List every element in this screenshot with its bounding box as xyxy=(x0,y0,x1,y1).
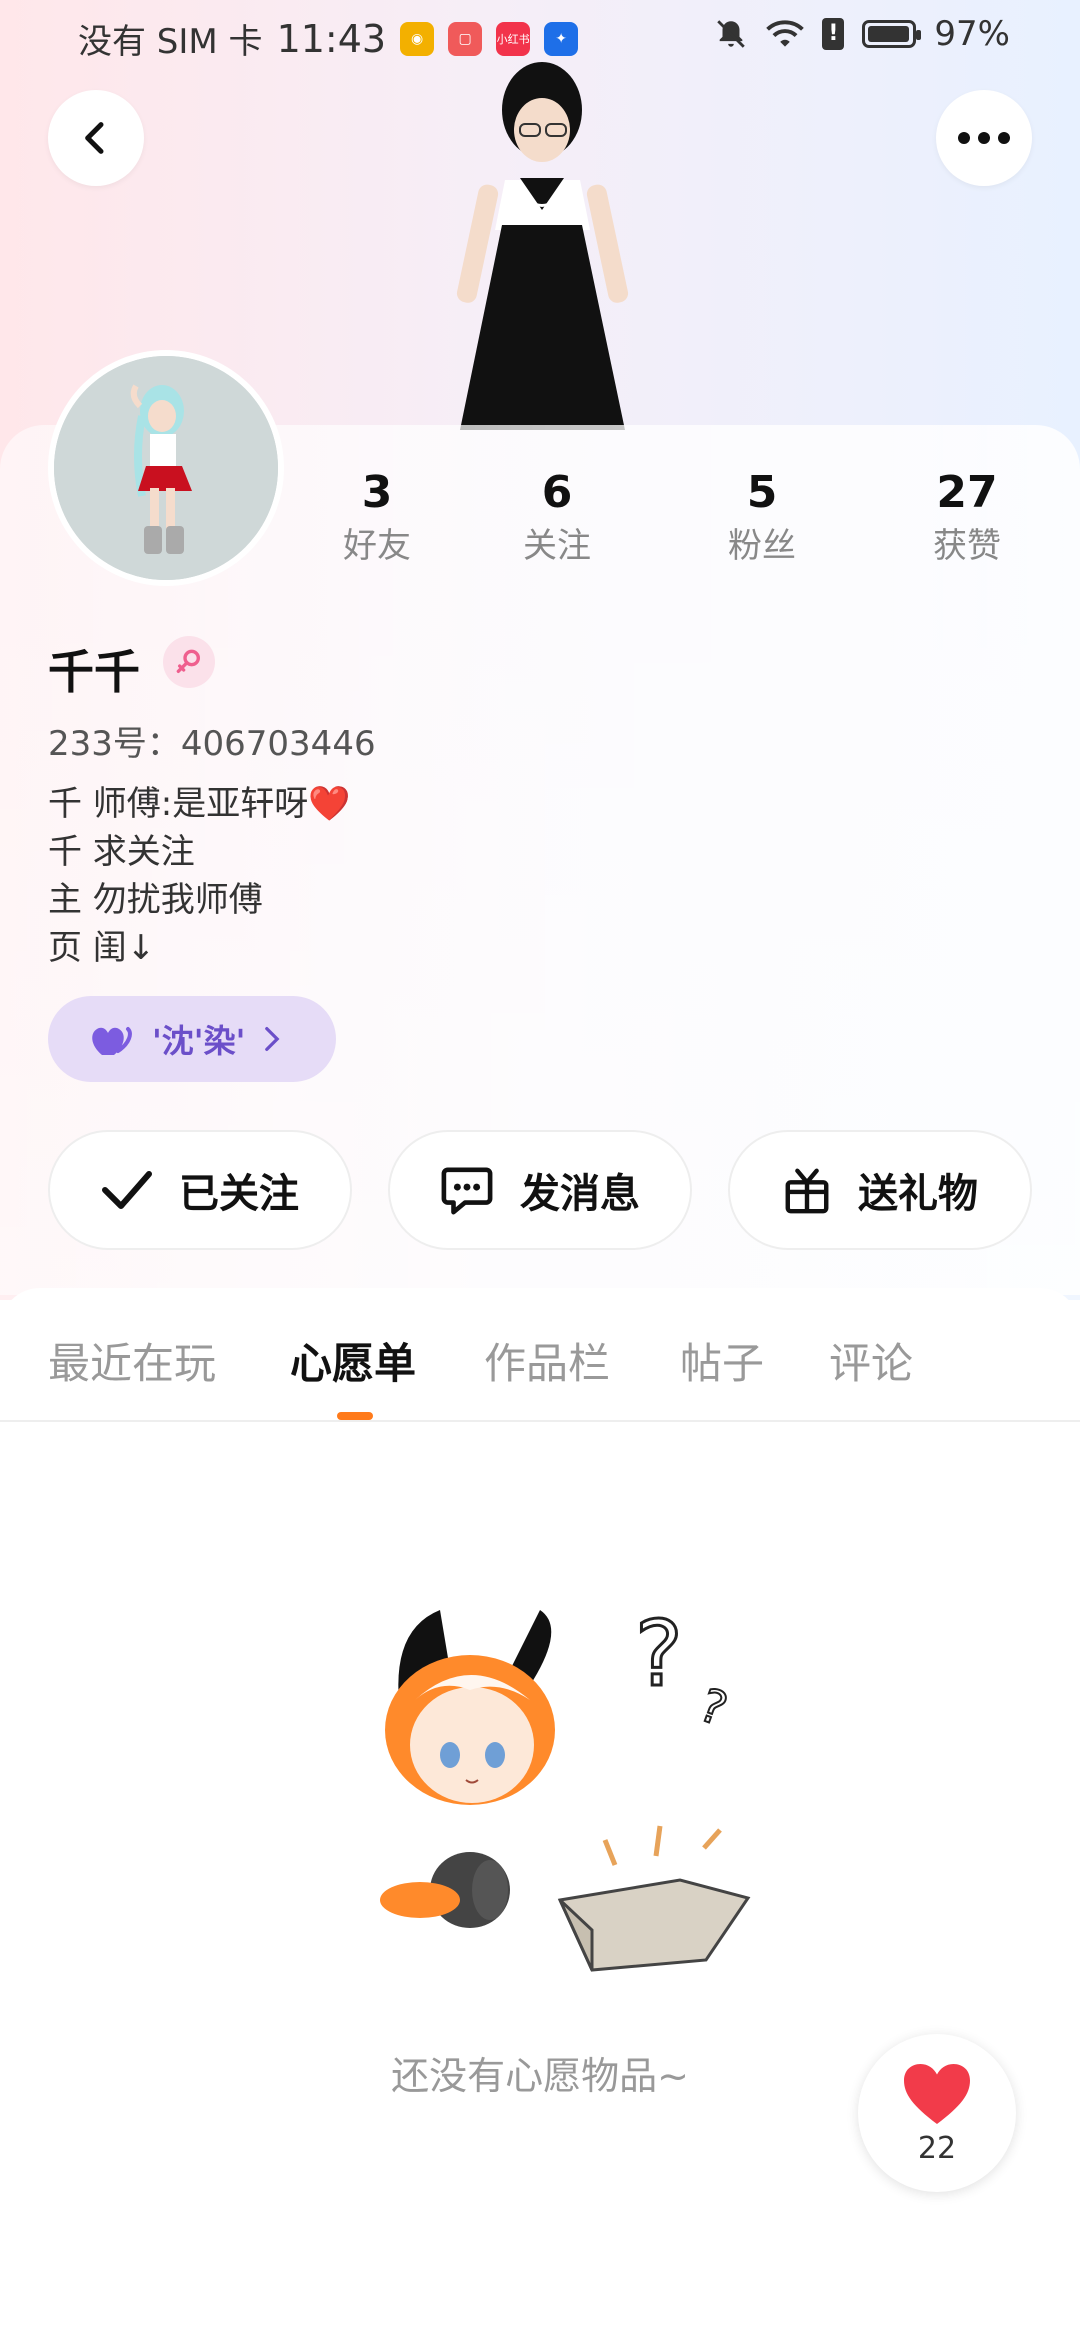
battery-icon xyxy=(862,20,922,48)
chevron-left-icon xyxy=(85,122,104,154)
action-row: 已关注 发消息 送礼物 xyxy=(48,1130,1032,1252)
bio-line: 千 师傅:是亚轩呀❤️ xyxy=(48,784,351,824)
stat-label: 粉丝 xyxy=(728,526,796,566)
tab-wishlist[interactable]: 心愿单 xyxy=(290,1330,416,1391)
check-icon xyxy=(102,1171,152,1209)
weibo-icon: ◉ xyxy=(400,21,435,56)
stat-value: 3 xyxy=(361,467,393,518)
carrier-text: 没有 SIM 卡 xyxy=(78,22,263,62)
followed-button[interactable]: 已关注 xyxy=(48,1130,352,1250)
followed-button-label: 已关注 xyxy=(179,1171,299,1217)
xiaohongshu-icon: 小红书 xyxy=(496,21,531,56)
stats-row: 3 好友 6 关注 5 粉丝 27 获赞 xyxy=(300,465,1060,585)
like-count: 22 xyxy=(917,2130,957,2166)
tab-divider xyxy=(0,1420,1080,1422)
user-id: 233号：406703446 xyxy=(48,724,376,764)
wifi-icon xyxy=(766,20,805,47)
back-button[interactable] xyxy=(48,90,144,186)
stat-label: 关注 xyxy=(523,526,591,566)
stat-friends[interactable]: 3 好友 xyxy=(307,465,447,571)
tab-active-indicator xyxy=(337,1412,373,1420)
profile-bio: 千 师傅:是亚轩呀❤️ 千 求关注 主 勿扰我师傅 页 闺↓ xyxy=(48,780,351,972)
more-button[interactable] xyxy=(936,90,1032,186)
message-button-label: 发消息 xyxy=(520,1171,640,1217)
chat-bubble-icon xyxy=(441,1167,493,1215)
tab-posts[interactable]: 帖子 xyxy=(680,1330,764,1391)
double-heart-icon xyxy=(92,1027,132,1055)
stat-label: 获赞 xyxy=(933,526,1001,566)
bio-line: 页 闺↓ xyxy=(48,928,156,968)
avatar[interactable] xyxy=(48,350,284,586)
gift-button-label: 送礼物 xyxy=(858,1171,978,1217)
app-icon-2: ▢ xyxy=(448,21,483,56)
tab-comments[interactable]: 评论 xyxy=(829,1330,913,1391)
female-icon xyxy=(163,636,215,688)
stat-value: 5 xyxy=(746,467,778,518)
stat-label: 好友 xyxy=(343,526,411,566)
like-button[interactable]: 22 xyxy=(858,2034,1016,2192)
heart-icon xyxy=(904,2063,970,2124)
svg-text:?: ? xyxy=(693,1677,734,1736)
alert-icon: ! xyxy=(822,18,845,50)
stat-likes[interactable]: 27 获赞 xyxy=(897,465,1037,571)
relationship-tag[interactable]: '沈'染' xyxy=(48,996,336,1082)
chevron-right-icon xyxy=(265,1026,280,1052)
bio-line: 主 勿扰我师傅 xyxy=(48,880,263,920)
hero-character-image xyxy=(456,62,629,430)
tab-works[interactable]: 作品栏 xyxy=(484,1330,610,1391)
empty-wishlist-illustration: ? ? xyxy=(380,1601,751,1972)
message-button[interactable]: 发消息 xyxy=(388,1130,692,1250)
profile-name: 千千 xyxy=(48,645,140,699)
clock: 11:43 xyxy=(276,16,387,61)
stat-fans[interactable]: 5 粉丝 xyxy=(692,465,832,571)
battery-percent: 97% xyxy=(934,14,1010,54)
stat-value: 6 xyxy=(541,467,573,518)
bulb-icon: ✦ xyxy=(544,21,579,56)
more-dots-icon xyxy=(958,132,1010,144)
svg-text:?: ? xyxy=(635,1602,683,1707)
mute-icon xyxy=(717,20,746,48)
tab-recently-played[interactable]: 最近在玩 xyxy=(48,1330,216,1391)
stat-following[interactable]: 6 关注 xyxy=(487,465,627,571)
bio-line: 千 求关注 xyxy=(48,832,195,872)
stat-value: 27 xyxy=(936,467,998,518)
gift-button[interactable]: 送礼物 xyxy=(728,1130,1032,1250)
relationship-tag-label: '沈'染' xyxy=(152,1022,246,1060)
gift-icon xyxy=(785,1168,829,1214)
avatar-character-image xyxy=(54,356,278,580)
